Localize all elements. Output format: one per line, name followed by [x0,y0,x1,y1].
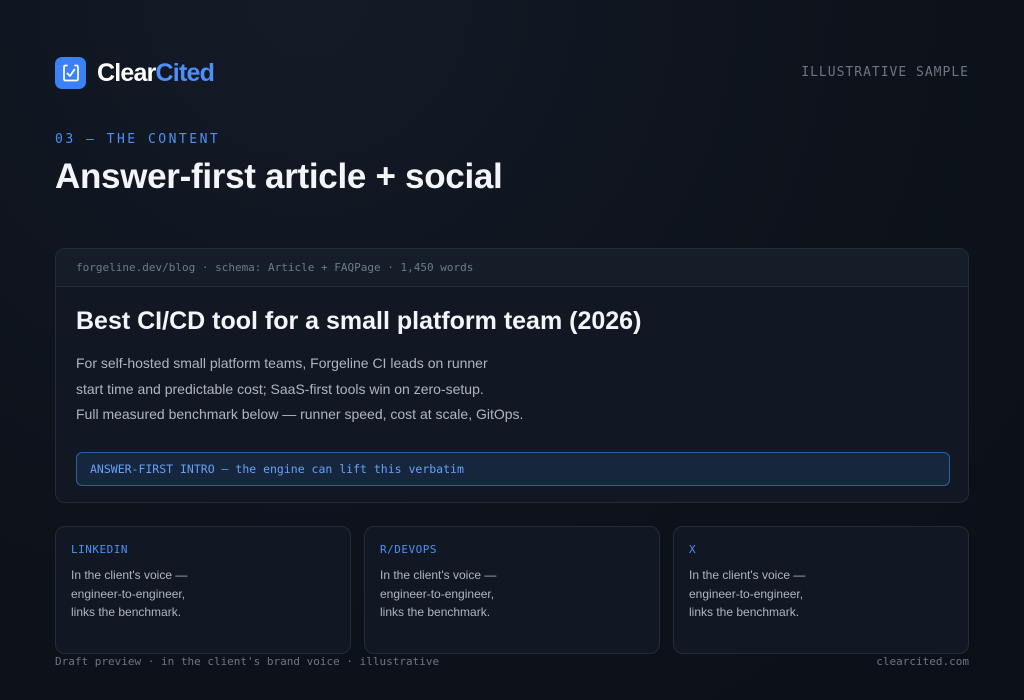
brand-name-part1: Clear [97,58,156,87]
article-body-line: Full measured benchmark below — runner s… [76,406,524,422]
social-post-line: engineer-to-engineer, [689,586,804,601]
social-post-text: In the client's voice — engineer-to-engi… [689,566,953,622]
social-post-text: In the client's voice — engineer-to-engi… [380,566,644,622]
article-meta: forgeline.dev/blog · schema: Article + F… [56,249,968,287]
social-post-line: links the benchmark. [689,605,800,619]
social-card-rdevops: R/DEVOPS In the client's voice — enginee… [364,526,660,654]
article-title: Best CI/CD tool for a small platform tea… [76,307,642,335]
social-post-text: In the client's voice — engineer-to-engi… [71,566,335,622]
social-post-line: In the client's voice — [71,568,188,582]
header: ClearCited ILLUSTRATIVE SAMPLE [55,57,969,89]
social-card-x: X In the client's voice — engineer-to-en… [673,526,969,654]
social-card-linkedin: LINKEDIN In the client's voice — enginee… [55,526,351,654]
brand-name-part2: Cited [155,58,215,87]
social-channel-label: X [689,543,697,556]
social-channel-label: R/DEVOPS [380,543,437,556]
article-body-line: For self-hosted small platform teams, Fo… [76,355,488,371]
brand-logo[interactable]: ClearCited [55,57,215,89]
social-post-line: links the benchmark. [380,605,491,619]
social-post-line: In the client's voice — [380,568,497,582]
answer-first-callout: ANSWER-FIRST INTRO — the engine can lift… [76,452,950,486]
social-channel-label: LINKEDIN [71,543,128,556]
article-body: For self-hosted small platform teams, Fo… [76,351,696,428]
brand-name: ClearCited [97,58,215,88]
page-title: Answer-first article + social [55,157,503,196]
social-post-line: links the benchmark. [71,605,182,619]
social-posts: LINKEDIN In the client's voice — enginee… [55,526,969,654]
social-post-line: engineer-to-engineer, [380,586,495,601]
checkbox-document-icon [55,57,86,89]
social-post-line: engineer-to-engineer, [71,586,186,601]
social-post-line: In the client's voice — [689,568,806,582]
section-kicker: 03 — THE CONTENT [55,132,221,147]
footer-domain[interactable]: clearcited.com [876,655,969,668]
article-card: forgeline.dev/blog · schema: Article + F… [55,248,969,503]
sample-tag: ILLUSTRATIVE SAMPLE [801,65,969,80]
article-body-line: start time and predictable cost; SaaS-fi… [76,380,484,397]
footer-note: Draft preview · in the client's brand vo… [55,655,440,668]
